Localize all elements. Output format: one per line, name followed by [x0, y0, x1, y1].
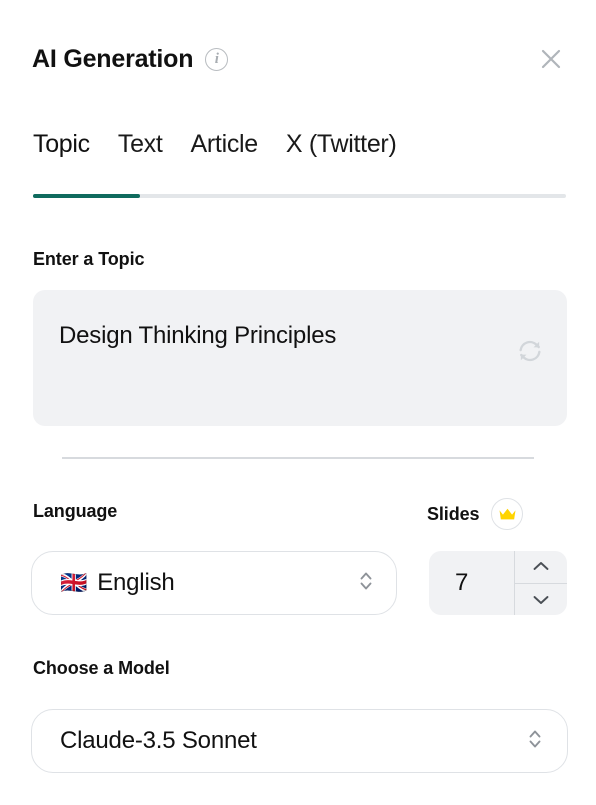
language-label: Language: [33, 501, 118, 521]
tab-topic[interactable]: Topic: [33, 132, 90, 179]
slides-label-group: Slides: [427, 498, 524, 530]
tab-x-twitter[interactable]: X (Twitter): [286, 132, 397, 179]
tab-active-indicator: [33, 194, 140, 198]
chevron-down-icon[interactable]: [515, 584, 567, 616]
chevron-up-down-icon: [358, 568, 374, 599]
ai-generation-panel: AI Generation i Topic Text Article X (Tw…: [0, 0, 596, 805]
refresh-icon[interactable]: [515, 336, 545, 366]
model-label: Choose a Model: [33, 658, 170, 678]
slides-value: 7: [455, 569, 469, 596]
slides-stepper[interactable]: 7: [429, 551, 567, 615]
tab-article[interactable]: Article: [191, 132, 259, 179]
slides-label: Slides: [427, 504, 480, 524]
language-select[interactable]: 🇬🇧 English: [31, 551, 397, 615]
page-title: AI Generation: [32, 44, 194, 73]
close-icon[interactable]: [534, 42, 568, 76]
language-selected-value: 🇬🇧 English: [60, 569, 358, 597]
language-value-text: English: [97, 569, 175, 596]
stepper-arrows: [514, 551, 567, 615]
topic-label: Enter a Topic: [33, 249, 145, 269]
tab-text[interactable]: Text: [118, 132, 163, 179]
uk-flag-icon: 🇬🇧: [60, 570, 88, 595]
topic-input-value: Design Thinking Principles: [59, 322, 337, 349]
header-title-group: AI Generation i: [32, 37, 229, 73]
chevron-up-icon[interactable]: [515, 551, 567, 584]
crown-icon[interactable]: [491, 498, 524, 530]
model-select[interactable]: Claude-3.5 Sonnet: [31, 709, 568, 773]
chevron-up-down-icon: [527, 726, 543, 757]
section-divider: [62, 457, 534, 459]
topic-input[interactable]: Design Thinking Principles: [33, 290, 567, 426]
tab-bar: Topic Text Article X (Twitter): [0, 132, 596, 179]
model-selected-value: Claude-3.5 Sonnet: [60, 727, 257, 754]
info-circle-icon[interactable]: i: [205, 47, 229, 71]
panel-header: AI Generation i: [0, 0, 596, 108]
